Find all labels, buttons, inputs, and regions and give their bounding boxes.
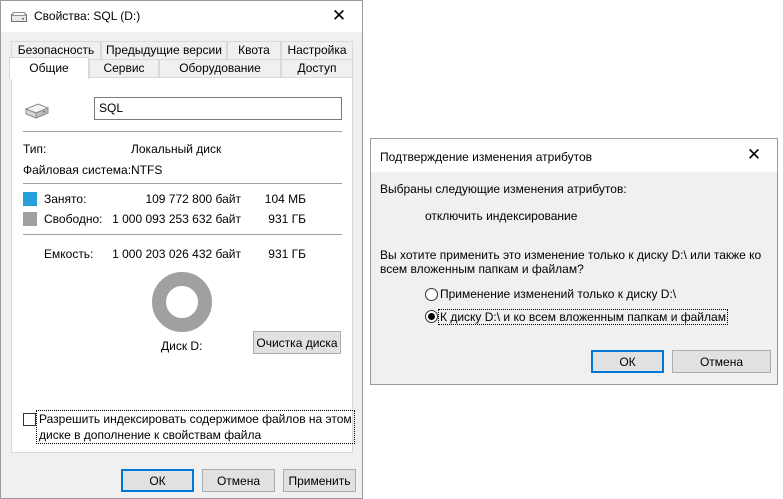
- tab-tools[interactable]: Сервис: [89, 59, 159, 77]
- filesystem-value: NTFS: [131, 163, 163, 177]
- index-checkbox[interactable]: [23, 413, 36, 426]
- capacity-bytes: 1 000 203 026 432 байт: [112, 247, 241, 261]
- free-bytes: 1 000 093 253 632 байт: [112, 212, 241, 226]
- dialog-change: отключить индексирование: [425, 209, 578, 223]
- properties-titlebar[interactable]: Свойства: SQL (D:) ✕: [1, 1, 362, 32]
- capacity-short: 931 ГБ: [268, 247, 306, 261]
- tab-sharing[interactable]: Доступ: [281, 59, 353, 77]
- free-short: 931 ГБ: [268, 212, 306, 226]
- dialog-intro: Выбраны следующие изменения атрибутов:: [380, 182, 627, 196]
- index-label-line2: диске в дополнение к свойствам файла: [39, 428, 262, 442]
- filesystem-label: Файловая система:: [23, 163, 132, 177]
- disk-cleanup-button[interactable]: Очистка диска: [253, 331, 341, 354]
- dialog-titlebar[interactable]: Подтверждение изменения атрибутов ✕: [371, 139, 777, 172]
- apply-button[interactable]: Применить: [283, 469, 356, 492]
- index-label-line1: Разрешить индексировать содержимое файло…: [39, 412, 352, 426]
- disk-usage-donut: [152, 272, 212, 332]
- free-label: Свободно:: [44, 212, 103, 226]
- used-short: 104 МБ: [264, 192, 306, 206]
- type-value: Локальный диск: [131, 142, 222, 156]
- used-label: Занято:: [44, 192, 87, 206]
- used-color-swatch: [23, 192, 37, 206]
- tab-hardware[interactable]: Оборудование: [159, 59, 281, 77]
- dialog-question-line2: всем вложенным папкам и файлам?: [380, 262, 584, 276]
- capacity-label: Емкость:: [44, 247, 94, 261]
- free-color-swatch: [23, 212, 37, 226]
- window-title: Свойства: SQL (D:): [34, 9, 141, 23]
- ok-button[interactable]: ОК: [121, 469, 194, 492]
- drive-name-input[interactable]: SQL: [94, 97, 342, 120]
- tab-general[interactable]: Общие: [9, 57, 89, 79]
- option-recursive-radio[interactable]: [425, 310, 438, 323]
- general-tab-panel: [11, 77, 353, 453]
- divider: [23, 131, 342, 132]
- tab-quota[interactable]: Квота: [227, 41, 281, 59]
- drive-icon: [11, 12, 27, 22]
- drive-large-icon: [24, 103, 50, 119]
- cancel-button[interactable]: Отмена: [202, 469, 275, 492]
- close-icon[interactable]: ✕: [731, 139, 777, 172]
- option-recursive-label[interactable]: К диску D:\ и ко всем вложенным папкам и…: [438, 309, 728, 325]
- option-drive-only-label[interactable]: Применение изменений только к диску D:\: [440, 287, 676, 301]
- dialog-title: Подтверждение изменения атрибутов: [380, 150, 593, 164]
- index-checkbox-label[interactable]: Разрешить индексировать содержимое файло…: [36, 410, 355, 444]
- confirm-attributes-dialog: Подтверждение изменения атрибутов ✕ Выбр…: [370, 138, 778, 385]
- close-icon[interactable]: ✕: [316, 1, 362, 32]
- properties-window: Свойства: SQL (D:) ✕ Безопасность Предыд…: [0, 0, 363, 499]
- option-drive-only-radio[interactable]: [425, 288, 438, 301]
- tab-previous-versions[interactable]: Предыдущие версии: [101, 41, 227, 59]
- divider: [23, 183, 342, 184]
- dialog-cancel-button[interactable]: Отмена: [672, 350, 771, 373]
- disk-label: Диск D:: [161, 339, 203, 353]
- dialog-question-line1: Вы хотите применить это изменение только…: [380, 248, 762, 262]
- tab-customize[interactable]: Настройка: [281, 41, 353, 59]
- divider: [23, 234, 342, 235]
- used-bytes: 109 772 800 байт: [145, 192, 241, 206]
- type-label: Тип:: [23, 142, 47, 156]
- dialog-ok-button[interactable]: ОК: [591, 350, 664, 373]
